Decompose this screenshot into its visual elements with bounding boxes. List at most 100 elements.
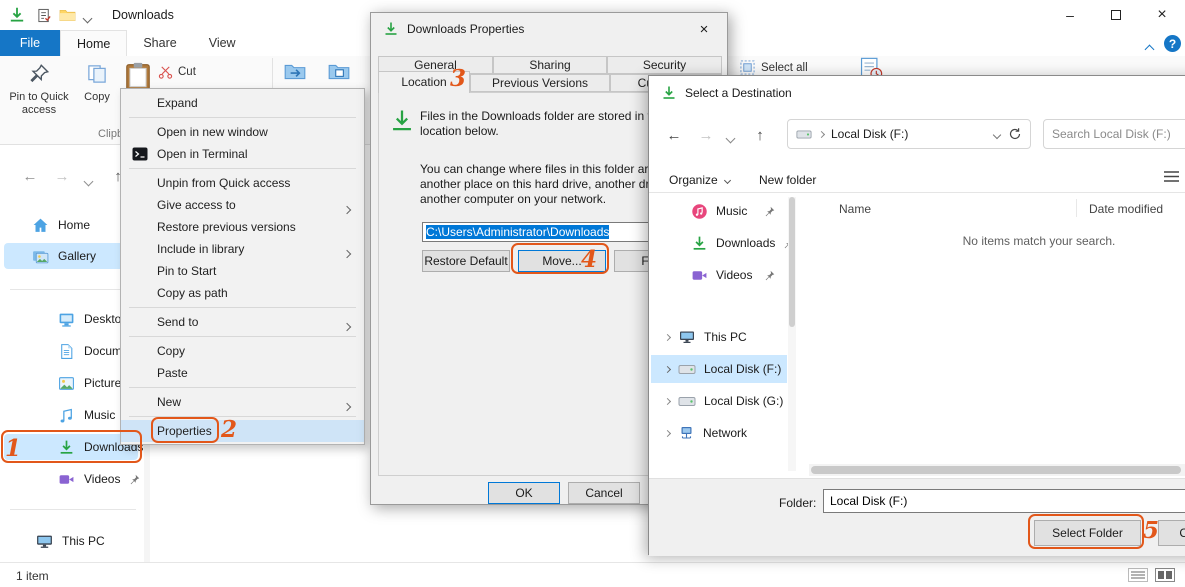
sidebar-item-documents[interactable]: Documents [4,338,138,364]
select-all-button[interactable]: Select all [740,60,808,75]
details-view-icon[interactable] [1128,568,1148,582]
menu-item-properties[interactable]: Properties [121,420,364,442]
expand-chevron-icon[interactable] [664,333,671,340]
terminal-icon [132,147,148,161]
organize-button[interactable]: Organize [669,170,730,190]
tree-item-label: Network [703,426,747,440]
menu-item-copy[interactable]: Copy [121,340,364,362]
search-input[interactable] [1052,127,1185,141]
recent-locations-button[interactable] [85,174,92,188]
close-button[interactable]: × [1139,0,1185,30]
dest-recent-locations-button[interactable] [727,131,734,145]
dest-item-videos[interactable]: Videos [651,261,787,289]
dest-forward-button[interactable]: → [693,122,719,148]
dest-cancel-button[interactable]: Cancel [1158,520,1185,546]
address-bar[interactable]: Local Disk (F:) [787,119,1031,149]
tab-home[interactable]: Home [60,30,127,56]
refresh-icon[interactable] [1008,127,1022,141]
thumbnail-view-icon[interactable] [1155,568,1175,582]
horizontal-scrollbar-thumb[interactable] [811,466,1181,474]
column-divider[interactable] [1076,199,1077,217]
sidebar-item-pictures[interactable]: Pictures [4,370,138,396]
qat-new-folder-icon[interactable] [59,8,76,22]
menu-item-open-terminal[interactable]: Open in Terminal [121,143,364,165]
cut-button[interactable]: Cut [158,62,196,82]
qat-properties-icon[interactable] [37,8,52,23]
tree-item-local-disk-f[interactable]: Local Disk (F:) [651,355,787,383]
copy-to-icon[interactable] [327,60,351,84]
expand-chevron-icon[interactable] [664,365,671,372]
tree-scrollbar-thumb[interactable] [789,197,795,327]
tab-share[interactable]: Share [127,30,192,56]
menu-item-label: New [157,395,181,409]
menu-item-expand[interactable]: Expand [121,92,364,114]
gallery-icon [32,248,49,265]
tree-item-label: Local Disk (G:) [704,394,783,408]
sidebar-item-gallery[interactable]: Gallery [4,243,138,269]
sidebar-item-this-pc[interactable]: This PC [4,528,138,554]
menu-item-open-new-window[interactable]: Open in new window [121,121,364,143]
menu-item-new[interactable]: New [121,391,364,413]
sidebar-item-label: Videos [84,472,120,486]
menu-item-copy-path[interactable]: Copy as path [121,282,364,304]
downloads-icon [691,235,708,252]
cancel-button[interactable]: Cancel [568,482,640,504]
pictures-icon [58,375,75,392]
tab-location[interactable]: Location [378,71,470,93]
menu-item-restore-versions[interactable]: Restore previous versions [121,216,364,238]
menu-item-include-library[interactable]: Include in library [121,238,364,260]
help-icon[interactable]: ? [1164,35,1181,52]
menu-item-pin-start[interactable]: Pin to Start [121,260,364,282]
restore-default-button[interactable]: Restore Default [422,250,510,272]
dialog-close-button[interactable]: × [687,17,721,41]
menu-item-send-to[interactable]: Send to [121,311,364,333]
tree-item-this-pc[interactable]: This PC [651,323,787,351]
dest-up-button[interactable]: ↑ [747,122,773,148]
tab-security[interactable]: Security [607,56,722,74]
expand-chevron-icon[interactable] [664,397,671,404]
column-header-name[interactable]: Name [839,202,871,216]
menu-item-paste[interactable]: Paste [121,362,364,384]
sidebar-item-desktop[interactable]: Desktop [4,306,138,332]
tab-previous-versions[interactable]: Previous Versions [470,74,610,92]
maximize-button[interactable] [1093,0,1139,30]
move-button[interactable]: Move... [518,250,606,272]
minimize-icon: – [1066,7,1074,23]
change-view-icon[interactable] [1163,170,1180,183]
tree-scrollbar[interactable] [788,197,796,471]
move-to-icon[interactable] [283,60,307,84]
forward-button[interactable]: → [50,164,74,188]
menu-item-give-access[interactable]: Give access to [121,194,364,216]
dest-item-downloads[interactable]: Downloads [651,229,787,257]
music-icon [58,407,75,424]
tree-item-local-disk-g[interactable]: Local Disk (G:) [651,387,787,415]
select-folder-button[interactable]: Select Folder [1034,520,1141,546]
minimize-button[interactable]: – [1047,0,1093,30]
tab-sharing[interactable]: Sharing [493,56,607,74]
menu-item-label: Properties [157,424,212,438]
column-header-date-modified[interactable]: Date modified [1089,202,1163,216]
dest-item-music[interactable]: Music [651,197,787,225]
ribbon-collapse-icon[interactable] [1146,42,1153,56]
tab-view[interactable]: View [193,30,252,56]
pin-to-quick-access-button[interactable]: Pin to Quick access [4,58,74,142]
music-icon [691,203,708,220]
tab-file[interactable]: File [0,30,60,56]
sidebar-item-home[interactable]: Home [4,212,138,238]
sidebar-item-videos[interactable]: Videos [4,466,138,492]
horizontal-scrollbar[interactable] [809,464,1185,476]
new-folder-button[interactable]: New folder [759,170,816,190]
sidebar-item-downloads[interactable]: Downloads [4,434,138,460]
address-crumb[interactable]: Local Disk (F:) [831,127,908,141]
expand-chevron-icon[interactable] [664,429,671,436]
folder-input[interactable] [823,489,1185,513]
dest-back-button[interactable]: ← [661,122,687,148]
back-button[interactable]: ← [18,164,42,188]
sidebar-item-music[interactable]: Music [4,402,138,428]
back-icon: ← [667,127,682,144]
qat-customize-chevron-icon[interactable] [84,11,91,25]
tree-item-network[interactable]: Network [651,419,787,447]
menu-item-unpin[interactable]: Unpin from Quick access [121,172,364,194]
address-dropdown-icon[interactable] [986,127,1008,141]
ok-button[interactable]: OK [488,482,560,504]
